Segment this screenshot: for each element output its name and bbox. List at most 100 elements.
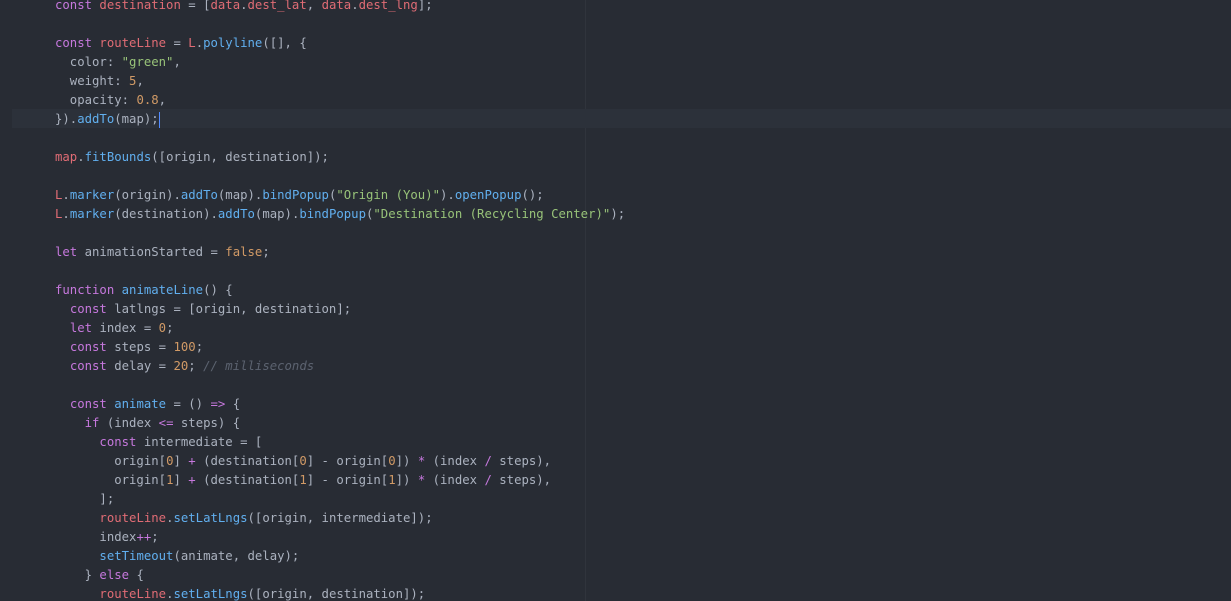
code-token: , bbox=[136, 74, 144, 88]
code-token: const bbox=[69, 359, 115, 373]
text-cursor bbox=[158, 111, 160, 128]
code-line[interactable]: index++; bbox=[55, 528, 625, 547]
code-line[interactable]: const delay = 20; // milliseconds bbox=[55, 357, 625, 376]
code-line[interactable]: opacity: 0.8, bbox=[55, 91, 625, 110]
code-token: ([origin, intermediate]); bbox=[247, 511, 433, 525]
code-token: } bbox=[55, 568, 100, 582]
code-token: animate bbox=[114, 397, 167, 411]
code-line[interactable]: const destination = [data.dest_lat, data… bbox=[55, 0, 625, 15]
code-token: (map); bbox=[114, 112, 159, 126]
code-token: const bbox=[55, 36, 100, 50]
code-token: let bbox=[55, 245, 85, 259]
code-token: . bbox=[62, 188, 70, 202]
code-token: if bbox=[84, 416, 107, 430]
code-token: steps), bbox=[491, 473, 552, 487]
code-editor[interactable]: const destination = [data.dest_lat, data… bbox=[0, 0, 1231, 601]
code-token: intermediate = [ bbox=[143, 435, 263, 449]
code-line[interactable]: color: "green", bbox=[55, 53, 625, 72]
code-token: setLatLngs bbox=[173, 587, 248, 601]
code-token: { bbox=[225, 397, 241, 411]
code-line[interactable]: setTimeout(animate, delay); bbox=[55, 547, 625, 566]
code-line[interactable]: const routeLine = L.polyline([], { bbox=[55, 34, 625, 53]
code-token: animateLine bbox=[121, 283, 204, 297]
code-token: ++ bbox=[136, 530, 152, 544]
code-token: / bbox=[484, 473, 492, 487]
code-line[interactable] bbox=[55, 224, 625, 243]
code-token: . bbox=[351, 0, 359, 12]
code-line[interactable]: let animationStarted = false; bbox=[55, 243, 625, 262]
code-token: opacity: bbox=[55, 93, 137, 107]
code-token: ([], { bbox=[262, 36, 307, 50]
code-line[interactable]: function animateLine() { bbox=[55, 281, 625, 300]
code-line[interactable]: weight: 5, bbox=[55, 72, 625, 91]
code-line[interactable]: routeLine.setLatLngs([origin, intermedia… bbox=[55, 509, 625, 528]
code-token: ] - origin[ bbox=[306, 473, 389, 487]
code-token: + bbox=[188, 473, 196, 487]
code-token: (index bbox=[425, 473, 485, 487]
code-line[interactable] bbox=[55, 129, 625, 148]
code-token: routeLine bbox=[99, 36, 167, 50]
code-line[interactable]: } else { bbox=[55, 566, 625, 585]
code-line[interactable] bbox=[55, 262, 625, 281]
code-token: addTo bbox=[217, 207, 255, 221]
code-token: => bbox=[210, 397, 226, 411]
code-line[interactable]: if (index <= steps) { bbox=[55, 414, 625, 433]
code-line[interactable]: const intermediate = [ bbox=[55, 433, 625, 452]
code-token: else bbox=[99, 568, 130, 582]
code-token: (animate, delay); bbox=[173, 549, 300, 563]
code-token: routeLine bbox=[99, 587, 167, 601]
code-token: (); bbox=[521, 188, 544, 202]
code-token: }). bbox=[55, 112, 78, 126]
code-token: destination bbox=[99, 0, 181, 12]
code-line[interactable]: const latlngs = [origin, destination]; bbox=[55, 300, 625, 319]
code-token: ]) bbox=[395, 454, 418, 468]
code-line[interactable] bbox=[55, 376, 625, 395]
code-token: , bbox=[158, 93, 167, 107]
code-token: = () bbox=[166, 397, 211, 411]
code-token: polyline bbox=[203, 36, 263, 50]
code-token: map bbox=[55, 150, 78, 164]
code-line[interactable] bbox=[55, 15, 625, 34]
code-token: = [ bbox=[180, 0, 211, 12]
code-token: (map). bbox=[217, 188, 263, 202]
code-token: ([origin, destination]); bbox=[151, 150, 329, 164]
code-line[interactable] bbox=[55, 167, 625, 186]
code-line[interactable]: let index = 0; bbox=[55, 319, 625, 338]
code-token: data bbox=[210, 0, 241, 12]
code-token: marker bbox=[69, 188, 115, 202]
code-token: animationStarted = bbox=[84, 245, 226, 259]
code-token: "Origin (You)" bbox=[336, 188, 441, 202]
code-line[interactable]: const animate = () => { bbox=[55, 395, 625, 414]
code-token: bindPopup bbox=[299, 207, 366, 221]
code-token: ; bbox=[195, 340, 204, 354]
code-token: L bbox=[188, 36, 196, 50]
code-line[interactable]: ]; bbox=[55, 490, 625, 509]
code-token: setLatLngs bbox=[173, 511, 248, 525]
code-line[interactable]: origin[1] + (destination[1] - origin[1])… bbox=[55, 471, 625, 490]
code-token: 1 bbox=[388, 473, 396, 487]
code-token: ); bbox=[610, 207, 626, 221]
code-token: const bbox=[69, 397, 115, 411]
code-line[interactable]: routeLine.setLatLngs([origin, destinatio… bbox=[55, 585, 625, 601]
code-token: ] bbox=[173, 454, 189, 468]
code-token: index = bbox=[99, 321, 159, 335]
code-line[interactable]: map.fitBounds([origin, destination]); bbox=[55, 148, 625, 167]
code-line[interactable]: L.marker(destination).addTo(map).bindPop… bbox=[55, 205, 625, 224]
code-line[interactable]: origin[0] + (destination[0] - origin[0])… bbox=[55, 452, 625, 471]
code-line[interactable]: L.marker(origin).addTo(map).bindPopup("O… bbox=[55, 186, 625, 205]
code-token: , bbox=[306, 0, 322, 12]
code-line[interactable]: const steps = 100; bbox=[55, 338, 625, 357]
code-token: <= bbox=[158, 416, 174, 430]
code-lines[interactable]: const destination = [data.dest_lat, data… bbox=[55, 0, 625, 601]
code-token: = bbox=[166, 36, 189, 50]
code-token: index bbox=[55, 530, 137, 544]
code-token: . bbox=[77, 150, 85, 164]
code-line[interactable]: }).addTo(map); bbox=[55, 110, 625, 129]
code-token: ] bbox=[173, 473, 189, 487]
